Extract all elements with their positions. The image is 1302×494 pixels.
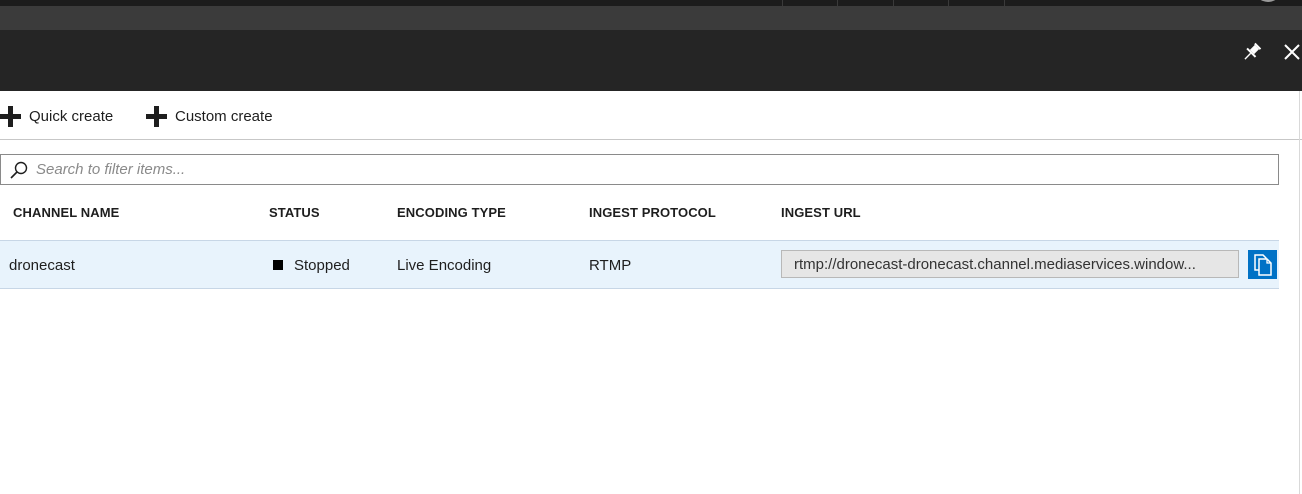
channel-name-cell: dronecast [9,257,75,274]
blade-header [0,30,1302,91]
column-header-ingest-protocol[interactable]: INGEST PROTOCOL [589,205,716,220]
command-bar: Quick create Custom create [0,91,1302,140]
search-box[interactable] [0,154,1279,185]
close-icon[interactable] [1280,40,1302,64]
copy-icon [1253,253,1272,276]
custom-create-label: Custom create [175,107,273,125]
column-header-channel-name[interactable]: CHANNEL NAME [13,205,119,220]
search-input[interactable] [34,160,1268,179]
copy-button[interactable] [1248,250,1277,279]
column-header-ingest-url[interactable]: INGEST URL [781,205,861,220]
ingest-url-field[interactable]: rtmp://dronecast-dronecast.channel.media… [781,250,1239,278]
quick-create-label: Quick create [29,107,114,125]
avatar[interactable] [1254,0,1282,2]
search-icon [10,161,28,179]
ingest-protocol-cell: RTMP [589,257,632,274]
blade-edge [1299,91,1300,494]
plus-icon [146,105,167,127]
plus-icon [0,105,21,127]
status-cell: Stopped [294,257,350,274]
stopped-square-icon [273,260,283,270]
column-header-encoding-type[interactable]: ENCODING TYPE [397,205,506,220]
pin-icon[interactable] [1240,40,1264,64]
custom-create-button[interactable]: Custom create [146,105,273,127]
quick-create-button[interactable]: Quick create [0,105,113,127]
column-header-status[interactable]: STATUS [269,205,320,220]
encoding-type-cell: Live Encoding [397,257,492,274]
table-header: CHANNEL NAME STATUS ENCODING TYPE INGEST… [0,197,1279,241]
blade-gap [0,6,1302,30]
